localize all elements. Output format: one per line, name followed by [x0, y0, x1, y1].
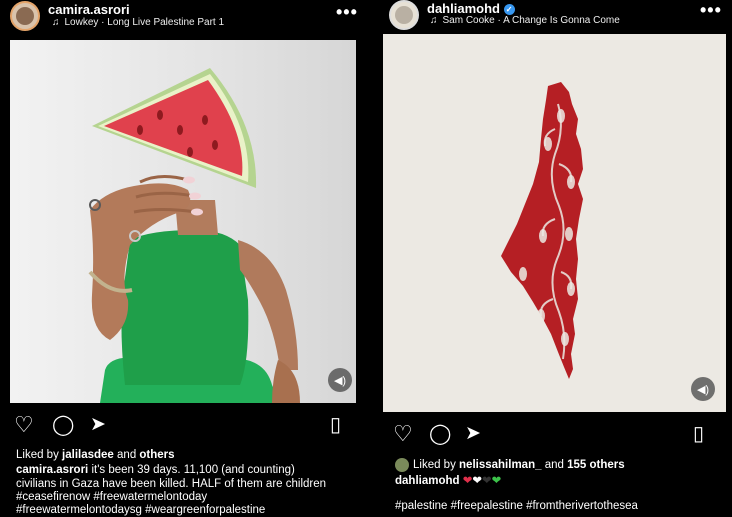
- more-options-button[interactable]: •••: [336, 2, 358, 23]
- comment-icon[interactable]: ◯: [52, 412, 74, 438]
- green-heart-icon: ❤: [491, 475, 502, 487]
- action-bar: ♡ ◯ ➤ ▯: [0, 412, 362, 438]
- caption-line-3[interactable]: #ceasefirenow #freewatermelontoday: [16, 491, 207, 503]
- caption-username[interactable]: camira.asrori: [16, 464, 88, 476]
- likes-line: Liked by nelissahilman_ and 155 others: [395, 458, 625, 472]
- volume-icon[interactable]: ◀): [328, 368, 352, 392]
- caption-hashtags[interactable]: #palestine #freepalestine #fromtherivert…: [395, 500, 638, 512]
- action-bar: ♡ ◯ ➤ ▯: [383, 421, 732, 447]
- post-dahliamohd: dahliamohd ✓ ♫ Sam Cooke · A Change Is G…: [383, 0, 732, 517]
- heart-icon[interactable]: ♡: [14, 412, 34, 438]
- post-image[interactable]: ◀): [383, 34, 726, 412]
- white-heart-icon: ❤: [472, 475, 483, 487]
- likes-line: Liked by jalilasdee and others: [16, 449, 175, 461]
- liker-avatar[interactable]: [395, 458, 409, 472]
- bookmark-icon[interactable]: ▯: [693, 421, 704, 447]
- caption-line-1: dahliamohd ❤❤❤❤: [395, 473, 501, 487]
- comment-icon[interactable]: ◯: [429, 421, 451, 447]
- more-options-button[interactable]: •••: [700, 0, 722, 21]
- username[interactable]: dahliamohd ✓: [427, 1, 515, 16]
- likes-others-link[interactable]: 155 others: [567, 459, 625, 471]
- song-row[interactable]: ♫ Sam Cooke · A Change Is Gonna Come: [430, 15, 620, 26]
- avatar[interactable]: [10, 1, 40, 31]
- palestine-map-artwork: [383, 34, 726, 412]
- caption-line-4[interactable]: #freewatermelontodaysg #weargreenforpale…: [16, 504, 265, 516]
- volume-icon[interactable]: ◀): [691, 377, 715, 401]
- liker-username[interactable]: jalilasdee: [62, 449, 114, 461]
- likes-others-link[interactable]: others: [139, 449, 174, 461]
- red-heart-icon: ❤: [462, 475, 473, 487]
- caption-line-1: camira.asrori it's been 39 days. 11,100 …: [16, 464, 295, 476]
- song-title: Lowkey · Long Live Palestine Part 1: [64, 17, 225, 28]
- liker-username[interactable]: nelissahilman_: [459, 459, 541, 471]
- caption-username[interactable]: dahliamohd: [395, 475, 460, 487]
- post-header: dahliamohd ✓ ♫ Sam Cooke · A Change Is G…: [383, 0, 732, 38]
- avatar[interactable]: [389, 0, 419, 30]
- black-heart-icon: ❤: [482, 475, 492, 487]
- caption-line-2: civilians in Gaza have been killed. HALF…: [16, 478, 327, 490]
- heart-icon[interactable]: ♡: [393, 421, 413, 447]
- song-row[interactable]: ♫ Lowkey · Long Live Palestine Part 1: [52, 17, 224, 28]
- post-header: camira.asrori ♫ Lowkey · Long Live Pales…: [0, 0, 362, 38]
- username[interactable]: camira.asrori: [48, 2, 130, 17]
- send-icon[interactable]: ➤: [90, 412, 106, 438]
- send-icon[interactable]: ➤: [465, 421, 481, 447]
- post-image[interactable]: ◀): [10, 40, 356, 403]
- music-note-icon: ♫: [430, 15, 438, 26]
- verified-badge-icon: ✓: [503, 4, 515, 16]
- post-camira: camira.asrori ♫ Lowkey · Long Live Pales…: [0, 0, 362, 517]
- watermelon-photo: [10, 40, 356, 403]
- music-note-icon: ♫: [52, 17, 60, 28]
- bookmark-icon[interactable]: ▯: [330, 412, 341, 438]
- song-title: Sam Cooke · A Change Is Gonna Come: [442, 15, 620, 26]
